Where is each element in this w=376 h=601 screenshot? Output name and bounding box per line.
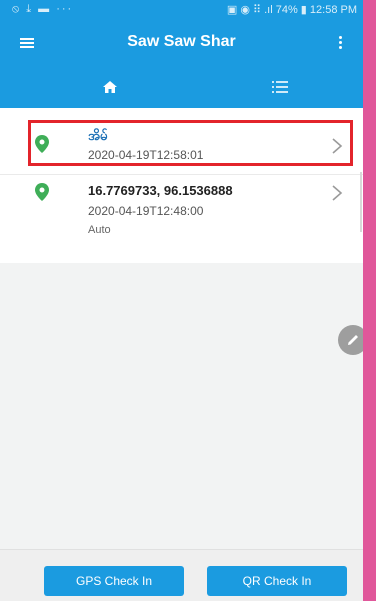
checkin-timestamp: 2020-04-19T12:48:00 bbox=[88, 204, 204, 218]
tab-home[interactable] bbox=[48, 66, 168, 108]
status-right-info: ▣ ◉ ⠿ .ıl 74% ▮ 12:58 PM bbox=[226, 4, 357, 16]
tab-list[interactable] bbox=[220, 66, 340, 108]
list-item[interactable]: 16.7769733, 96.1536888 2020-04-19T12:48:… bbox=[0, 174, 363, 257]
status-left-icons: ⦸ ⤓ ▬ ··· bbox=[12, 3, 74, 15]
chevron-right-icon bbox=[332, 185, 343, 201]
home-icon bbox=[103, 81, 117, 93]
scrollbar[interactable] bbox=[360, 172, 362, 232]
edit-fab[interactable] bbox=[338, 325, 363, 355]
more-vert-icon[interactable] bbox=[339, 36, 343, 52]
selection-highlight bbox=[28, 120, 353, 166]
app-title: Saw Saw Shar bbox=[127, 33, 236, 50]
gps-check-in-button[interactable]: GPS Check In bbox=[44, 566, 184, 596]
pencil-icon bbox=[348, 335, 358, 345]
location-pin-icon bbox=[35, 183, 49, 201]
checkin-title: 16.7769733, 96.1536888 bbox=[88, 183, 233, 198]
phone-screen: ⦸ ⤓ ▬ ··· ▣ ◉ ⠿ .ıl 74% ▮ 12:58 PM Saw S… bbox=[0, 0, 363, 601]
qr-check-in-button[interactable]: QR Check In bbox=[207, 566, 347, 596]
pink-side-border bbox=[363, 0, 376, 601]
bottom-action-bar: GPS Check In QR Check In bbox=[0, 549, 363, 601]
checkin-note: Auto bbox=[88, 224, 111, 236]
app-bar: Saw Saw Shar bbox=[0, 20, 363, 66]
status-bar: ⦸ ⤓ ▬ ··· ▣ ◉ ⠿ .ıl 74% ▮ 12:58 PM bbox=[0, 0, 363, 20]
tab-bar bbox=[0, 66, 363, 108]
list-icon bbox=[272, 81, 288, 93]
